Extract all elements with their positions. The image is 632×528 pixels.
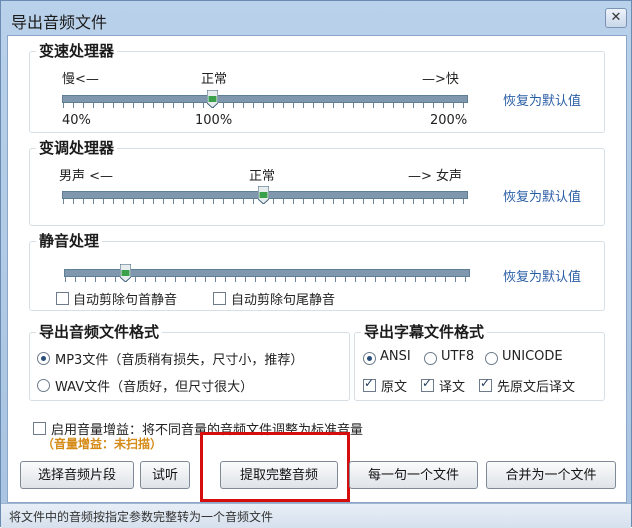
silence-slider-thumb[interactable] (120, 264, 131, 282)
speed-mid-label: 100% (195, 113, 233, 128)
pitch-female-label: —> 女声 (408, 169, 463, 184)
audio-format-title: 导出音频文件格式 (36, 321, 163, 342)
close-icon[interactable]: ✕ (605, 8, 627, 28)
translation-checkbox[interactable] (421, 376, 434, 392)
original-label: 原文 (381, 380, 408, 395)
ansi-radio[interactable] (363, 352, 376, 365)
original-then-translation-checkbox[interactable] (479, 376, 492, 392)
speed-group: 变速处理器 慢<— 正常 —>快 40% 100% 200% 恢复为默认值 (29, 40, 605, 133)
speed-max-label: 200% (430, 113, 468, 128)
pitch-group: 变调处理器 男声 <— 正常 —> 女声 恢复为默认值 (29, 137, 605, 226)
speed-fast-label: —>快 (422, 72, 459, 87)
title-bar: 导出音频文件 ✕ (1, 1, 631, 35)
speed-reset-link[interactable]: 恢复为默认值 (503, 90, 581, 109)
wav-radio[interactable] (37, 379, 50, 392)
unicode-label: UNICODE (502, 349, 563, 364)
speed-slider-thumb[interactable] (207, 90, 218, 108)
subtitle-format-title: 导出字幕文件格式 (361, 321, 488, 342)
select-segment-button[interactable]: 选择音频片段 (20, 461, 134, 489)
mp3-label: MP3文件（音质稍有损失，尺寸小，推荐） (55, 353, 304, 368)
wav-label: WAV文件（音质好，但尺寸很大） (55, 380, 254, 395)
volume-gain-status: （音量增益：未扫描） (42, 437, 163, 451)
status-text: 将文件中的音频按指定参数完整转为一个音频文件 (9, 510, 274, 524)
pitch-title: 变调处理器 (36, 137, 118, 158)
unicode-radio[interactable] (485, 352, 498, 365)
speed-slider-track[interactable] (62, 95, 468, 103)
pitch-male-label: 男声 <— (59, 169, 114, 184)
trim-end-label: 自动剪除句尾静音 (231, 293, 336, 308)
merge-one-file-button[interactable]: 合并为一个文件 (486, 461, 616, 489)
ansi-label: ANSI (380, 349, 411, 364)
audio-format-group: 导出音频文件格式 MP3文件（音质稍有损失，尺寸小，推荐） WAV文件（音质好，… (29, 321, 350, 401)
volume-gain-checkbox[interactable] (33, 422, 46, 435)
utf8-label: UTF8 (441, 349, 475, 364)
silence-title: 静音处理 (36, 230, 103, 251)
trim-end-checkbox[interactable] (213, 292, 226, 305)
trim-start-checkbox[interactable] (56, 292, 69, 305)
pitch-normal-label: 正常 (249, 169, 276, 184)
mp3-radio[interactable] (37, 352, 50, 365)
utf8-radio[interactable] (424, 352, 437, 365)
speed-slider-ticks (63, 103, 467, 108)
original-checkbox[interactable] (363, 376, 376, 392)
preview-button[interactable]: 试听 (140, 461, 190, 489)
speed-title: 变速处理器 (36, 40, 118, 61)
pitch-reset-link[interactable]: 恢复为默认值 (503, 186, 581, 205)
pitch-slider-thumb[interactable] (258, 186, 269, 204)
speed-slow-label: 慢<— (62, 72, 99, 87)
status-bar: 将文件中的音频按指定参数完整转为一个音频文件 (1, 503, 631, 528)
silence-group: 静音处理 恢复为默认值 自动剪除句首静音 自动剪除句尾静音 (29, 230, 605, 311)
highlight-box (200, 432, 350, 502)
trim-start-label: 自动剪除句首静音 (73, 293, 178, 308)
per-sentence-file-button[interactable]: 每一句一个文件 (349, 461, 478, 489)
translation-label: 译文 (439, 380, 466, 395)
original-then-translation-label: 先原文后译文 (497, 380, 576, 395)
export-audio-dialog: 导出音频文件 ✕ 变速处理器 慢<— 正常 —>快 40% 100% 200% … (0, 0, 632, 528)
subtitle-format-group: 导出字幕文件格式 ANSI UTF8 UNICODE 原文 译文 先原文后译文 (354, 321, 605, 401)
speed-min-label: 40% (62, 113, 91, 128)
dialog-body: 变速处理器 慢<— 正常 —>快 40% 100% 200% 恢复为默认值 变调… (7, 35, 627, 503)
window-title: 导出音频文件 (11, 13, 108, 32)
speed-normal-label: 正常 (201, 72, 228, 87)
silence-reset-link[interactable]: 恢复为默认值 (503, 266, 581, 285)
